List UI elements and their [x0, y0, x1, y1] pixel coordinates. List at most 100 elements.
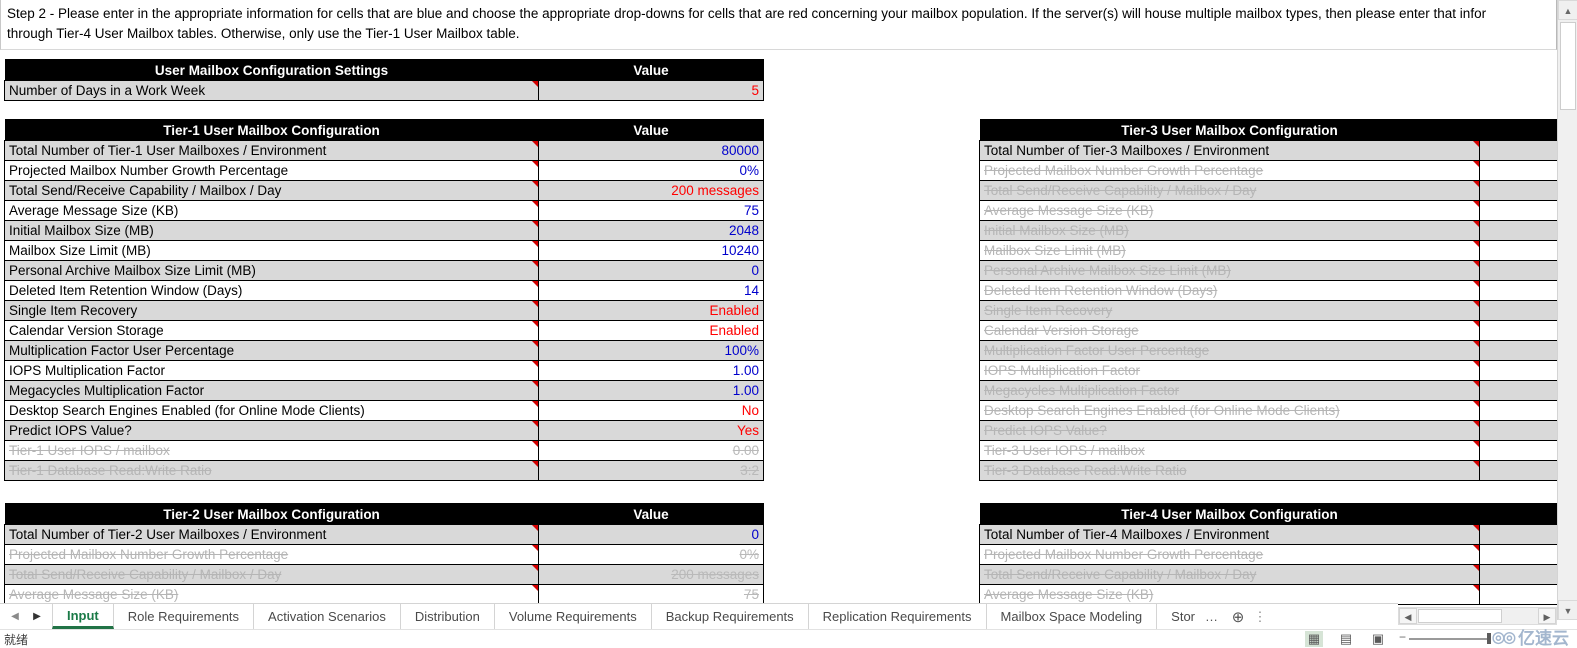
- normal-view-icon[interactable]: ▦: [1305, 631, 1323, 647]
- comment-marker-icon[interactable]: [532, 181, 538, 187]
- comment-marker-icon[interactable]: [532, 341, 538, 347]
- comment-marker-icon[interactable]: [1473, 221, 1479, 227]
- row-value-cell[interactable]: 0%: [538, 160, 764, 181]
- row-value-cell[interactable]: 0%: [538, 544, 764, 565]
- comment-marker-icon[interactable]: [532, 241, 538, 247]
- zoom-slider[interactable]: −: [1399, 631, 1499, 644]
- row-value-cell[interactable]: [1479, 300, 1558, 321]
- comment-marker-icon[interactable]: [532, 161, 538, 167]
- row-value-cell[interactable]: [1479, 220, 1558, 241]
- sheet-tab-input[interactable]: Input: [52, 604, 114, 629]
- comment-marker-icon[interactable]: [532, 585, 538, 591]
- zoom-slider-knob[interactable]: [1487, 633, 1491, 644]
- vertical-scrollbar[interactable]: ▲ ▼: [1557, 0, 1577, 620]
- page-break-view-icon[interactable]: ▣: [1369, 631, 1387, 647]
- row-value-cell[interactable]: 1.00: [538, 380, 764, 401]
- row-value-cell[interactable]: [1479, 544, 1558, 565]
- horizontal-scrollbar[interactable]: ◀ ▶: [1398, 607, 1557, 625]
- comment-marker-icon[interactable]: [1473, 565, 1479, 571]
- row-value-cell[interactable]: [1479, 160, 1558, 181]
- comment-marker-icon[interactable]: [532, 301, 538, 307]
- scroll-down-icon[interactable]: ▼: [1558, 600, 1577, 620]
- row-value-cell[interactable]: [1479, 380, 1558, 401]
- comment-marker-icon[interactable]: [1473, 361, 1479, 367]
- row-value-cell[interactable]: [1479, 420, 1558, 441]
- comment-marker-icon[interactable]: [1473, 585, 1479, 591]
- row-value-cell[interactable]: 0: [538, 260, 764, 281]
- sheet-tab-backup-requirements[interactable]: Backup Requirements: [652, 604, 809, 629]
- row-value-cell[interactable]: No: [538, 400, 764, 421]
- row-value-cell[interactable]: 0.00: [538, 440, 764, 461]
- comment-marker-icon[interactable]: [1473, 321, 1479, 327]
- row-value-cell[interactable]: [1479, 584, 1558, 605]
- row-value-cell[interactable]: [1479, 524, 1558, 545]
- sheet-tab-activation-scenarios[interactable]: Activation Scenarios: [254, 604, 401, 629]
- comment-marker-icon[interactable]: [532, 141, 538, 147]
- row-value-cell[interactable]: 100%: [538, 340, 764, 361]
- comment-marker-icon[interactable]: [1473, 141, 1479, 147]
- sheet-options-icon[interactable]: ⋮: [1251, 604, 1269, 629]
- comment-marker-icon[interactable]: [532, 401, 538, 407]
- comment-marker-icon[interactable]: [1473, 381, 1479, 387]
- row-value-cell[interactable]: 75: [538, 584, 764, 605]
- comment-marker-icon[interactable]: [532, 441, 538, 447]
- row-value-cell[interactable]: 1.00: [538, 360, 764, 381]
- row-value-cell[interactable]: 75: [538, 200, 764, 221]
- comment-marker-icon[interactable]: [532, 381, 538, 387]
- row-value-cell[interactable]: [1479, 260, 1558, 281]
- page-layout-view-icon[interactable]: ▤: [1337, 631, 1355, 647]
- row-value-cell[interactable]: 10240: [538, 240, 764, 261]
- sheet-tab-volume-requirements[interactable]: Volume Requirements: [495, 604, 652, 629]
- horizontal-scrollbar-thumb[interactable]: [1418, 609, 1502, 623]
- comment-marker-icon[interactable]: [1473, 441, 1479, 447]
- row-value-cell[interactable]: [1479, 440, 1558, 461]
- row-value-cell[interactable]: 80000: [538, 140, 764, 161]
- sheet-next-icon[interactable]: ▶: [26, 611, 48, 622]
- comment-marker-icon[interactable]: [1473, 181, 1479, 187]
- sheet-overflow-icon[interactable]: …: [1199, 604, 1225, 629]
- comment-marker-icon[interactable]: [1473, 201, 1479, 207]
- add-sheet-icon[interactable]: ⊕: [1225, 604, 1251, 629]
- row-value-cell[interactable]: [1479, 240, 1558, 261]
- row-value-cell[interactable]: Yes: [538, 420, 764, 441]
- comment-marker-icon[interactable]: [1473, 281, 1479, 287]
- comment-marker-icon[interactable]: [532, 81, 538, 87]
- row-value-cell[interactable]: 5: [538, 80, 764, 101]
- row-value-cell[interactable]: [1479, 360, 1558, 381]
- comment-marker-icon[interactable]: [532, 545, 538, 551]
- scroll-right-icon[interactable]: ▶: [1538, 608, 1556, 624]
- comment-marker-icon[interactable]: [1473, 341, 1479, 347]
- row-value-cell[interactable]: [1479, 340, 1558, 361]
- row-value-cell[interactable]: 200 messages: [538, 564, 764, 585]
- comment-marker-icon[interactable]: [532, 421, 538, 427]
- comment-marker-icon[interactable]: [532, 261, 538, 267]
- sheet-tab-distribution[interactable]: Distribution: [401, 604, 495, 629]
- comment-marker-icon[interactable]: [1473, 525, 1479, 531]
- row-value-cell[interactable]: 3:2: [538, 460, 764, 481]
- sheet-tab-role-requirements[interactable]: Role Requirements: [114, 604, 255, 629]
- comment-marker-icon[interactable]: [532, 321, 538, 327]
- comment-marker-icon[interactable]: [532, 281, 538, 287]
- zoom-out-icon[interactable]: −: [1399, 631, 1406, 643]
- row-value-cell[interactable]: 2048: [538, 220, 764, 241]
- vertical-scrollbar-thumb[interactable]: [1560, 22, 1576, 110]
- comment-marker-icon[interactable]: [1473, 545, 1479, 551]
- row-value-cell[interactable]: 14: [538, 280, 764, 301]
- scroll-up-icon[interactable]: ▲: [1558, 0, 1577, 20]
- comment-marker-icon[interactable]: [1473, 241, 1479, 247]
- row-value-cell[interactable]: Enabled: [538, 300, 764, 321]
- comment-marker-icon[interactable]: [1473, 401, 1479, 407]
- comment-marker-icon[interactable]: [1473, 261, 1479, 267]
- row-value-cell[interactable]: [1479, 200, 1558, 221]
- comment-marker-icon[interactable]: [1473, 301, 1479, 307]
- comment-marker-icon[interactable]: [1473, 461, 1479, 467]
- row-value-cell[interactable]: [1479, 280, 1558, 301]
- sheet-tab-stor[interactable]: Stor: [1157, 604, 1199, 629]
- comment-marker-icon[interactable]: [532, 525, 538, 531]
- row-value-cell[interactable]: [1479, 400, 1558, 421]
- sheet-tab-mailbox-space-modeling[interactable]: Mailbox Space Modeling: [987, 604, 1158, 629]
- row-value-cell[interactable]: [1479, 180, 1558, 201]
- sheet-prev-icon[interactable]: ◀: [4, 611, 26, 622]
- row-value-cell[interactable]: [1479, 460, 1558, 481]
- sheet-nav-arrows[interactable]: ◀ ▶: [0, 604, 52, 629]
